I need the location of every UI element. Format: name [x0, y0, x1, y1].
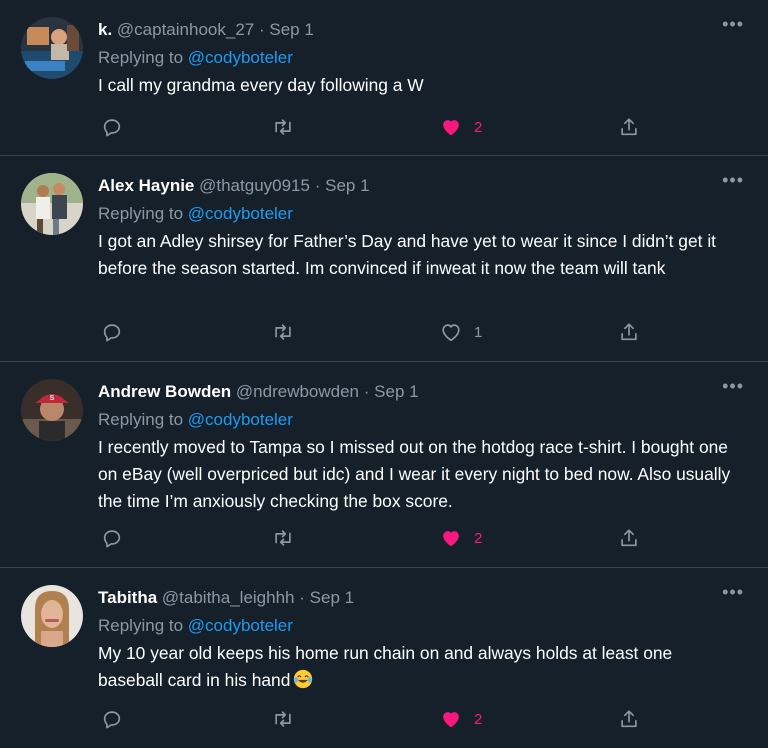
tears-of-joy-emoji [294, 669, 313, 689]
separator-dot: · [258, 20, 265, 39]
tweet-body: Andrew Bowden @ndrewbowden · Sep 1 Reply… [98, 379, 738, 515]
retweet-button[interactable] [271, 113, 295, 141]
display-name[interactable]: Andrew Bowden [98, 382, 231, 401]
tweet[interactable]: ••• Tabitha @tabitha_leighhh · Sep 1 Rep… [0, 568, 768, 748]
separator-dot: · [363, 382, 370, 401]
handle[interactable]: @thatguy0915 [199, 176, 310, 195]
like-count: 2 [474, 529, 483, 547]
retweet-icon [275, 119, 291, 135]
share-icon [621, 118, 637, 136]
tweet[interactable]: ••• Alex Haynie @thatguy0915 · Sep 1 Rep… [0, 156, 768, 362]
separator-dot: · [314, 176, 321, 195]
svg-text:S: S [50, 395, 55, 402]
reply-feed: ••• k. @captainhook_27 · Sep 1 Replying … [0, 0, 768, 748]
replying-prefix: Replying to [98, 48, 188, 67]
reply-icon [103, 324, 121, 342]
mention-link[interactable]: @codyboteler [188, 48, 293, 67]
retweet-icon [275, 711, 291, 727]
retweet-button[interactable] [271, 318, 295, 346]
like-count: 1 [474, 323, 483, 341]
tweet-text: I got an Adley shirsey for Father’s Day … [98, 231, 717, 278]
tweet[interactable]: S ••• Andrew Bowden @ndrewbowden · Sep 1… [0, 362, 768, 568]
like-button[interactable]: 1 [439, 318, 482, 346]
avatar[interactable] [21, 17, 83, 79]
display-name[interactable]: Alex Haynie [98, 176, 194, 195]
replying-prefix: Replying to [98, 410, 188, 429]
like-count: 2 [474, 118, 483, 136]
tweet-date[interactable]: Sep 1 [269, 20, 313, 39]
reply-button[interactable] [101, 524, 123, 552]
retweet-button[interactable] [271, 705, 295, 733]
handle[interactable]: @captainhook_27 [117, 20, 254, 39]
avatar[interactable] [21, 585, 83, 647]
tweet-body: Tabitha @tabitha_leighhh · Sep 1 Replyin… [98, 585, 738, 694]
handle[interactable]: @ndrewbowden [236, 382, 359, 401]
replying-to: Replying to @codyboteler [98, 406, 738, 433]
heart-icon [442, 324, 460, 342]
tweet-body: k. @captainhook_27 · Sep 1 Replying to @… [98, 17, 738, 99]
like-count: 2 [474, 710, 483, 728]
tweet-text: My 10 year old keeps his home run chain … [98, 640, 738, 694]
tweet-header: k. @captainhook_27 · Sep 1 [98, 17, 738, 43]
replying-to: Replying to @codyboteler [98, 200, 738, 227]
action-bar: 2 [98, 524, 658, 552]
tweet-date[interactable]: Sep 1 [310, 588, 354, 607]
tweet-date[interactable]: Sep 1 [325, 176, 369, 195]
action-bar: 1 [98, 318, 658, 346]
reply-icon [103, 530, 121, 548]
share-button[interactable] [618, 318, 640, 346]
mention-link[interactable]: @codyboteler [188, 616, 293, 635]
retweet-icon [275, 324, 291, 340]
retweet-icon [275, 530, 291, 546]
share-icon [621, 710, 637, 728]
tweet-text: I call my grandma every day following a … [98, 75, 424, 95]
display-name[interactable]: k. [98, 20, 112, 39]
action-bar: 2 [98, 705, 658, 733]
heart-icon [443, 120, 459, 136]
reply-icon [103, 119, 121, 137]
replying-to: Replying to @codyboteler [98, 44, 738, 71]
like-button[interactable]: 2 [439, 705, 482, 733]
separator-dot: · [299, 588, 305, 607]
handle[interactable]: @tabitha_leighhh [162, 588, 295, 607]
tweet[interactable]: ••• k. @captainhook_27 · Sep 1 Replying … [0, 0, 768, 156]
reply-button[interactable] [101, 113, 123, 141]
tweet-header: Tabitha @tabitha_leighhh · Sep 1 [98, 585, 738, 611]
replying-to: Replying to @codyboteler [98, 612, 738, 639]
mention-link[interactable]: @codyboteler [188, 410, 293, 429]
tweet-text-content: My 10 year old keeps his home run chain … [98, 643, 673, 690]
heart-icon [443, 712, 459, 728]
avatar[interactable] [21, 173, 83, 235]
reply-button[interactable] [101, 318, 123, 346]
share-button[interactable] [618, 524, 640, 552]
tweet-header: Andrew Bowden @ndrewbowden · Sep 1 [98, 379, 738, 405]
tweet-text: I recently moved to Tampa so I missed ou… [98, 437, 731, 511]
share-icon [621, 529, 637, 547]
avatar[interactable]: S [21, 379, 83, 441]
tweet-header: Alex Haynie @thatguy0915 · Sep 1 [98, 173, 738, 199]
tweet-date[interactable]: Sep 1 [374, 382, 418, 401]
reply-icon [103, 711, 121, 729]
display-name[interactable]: Tabitha [98, 588, 157, 607]
like-button[interactable]: 2 [439, 524, 482, 552]
heart-icon [443, 531, 459, 547]
share-button[interactable] [618, 705, 640, 733]
tweet-body: Alex Haynie @thatguy0915 · Sep 1 Replyin… [98, 173, 738, 282]
reply-button[interactable] [101, 705, 123, 733]
action-bar: 2 [98, 113, 658, 141]
replying-prefix: Replying to [98, 204, 188, 223]
like-button[interactable]: 2 [439, 113, 482, 141]
share-icon [621, 323, 637, 341]
mention-link[interactable]: @codyboteler [188, 204, 293, 223]
retweet-button[interactable] [271, 524, 295, 552]
replying-prefix: Replying to [98, 616, 188, 635]
share-button[interactable] [618, 113, 640, 141]
